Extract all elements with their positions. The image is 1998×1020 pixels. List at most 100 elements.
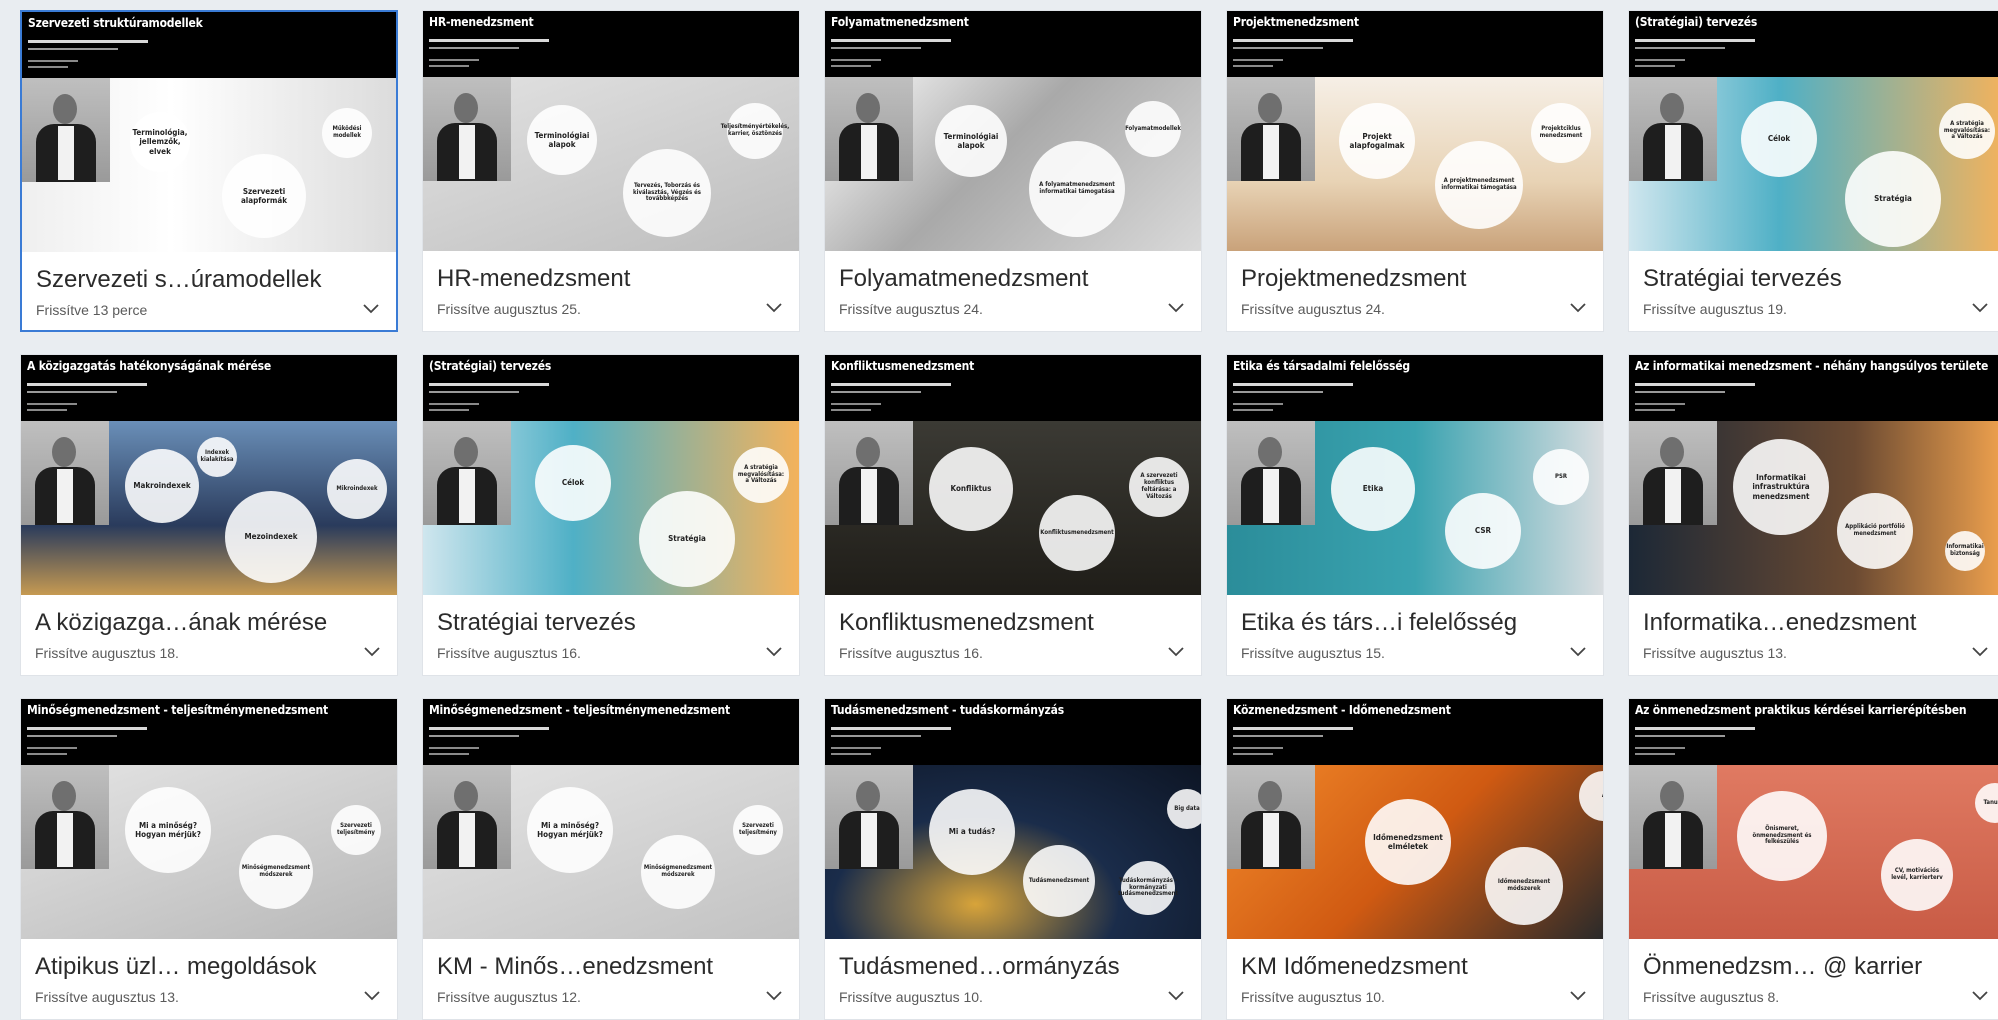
slide-author-line xyxy=(1635,409,1675,411)
chevron-down-icon[interactable] xyxy=(765,987,783,1005)
slide-author-line xyxy=(27,391,117,393)
presentation-card[interactable]: Közmenedzsment - Időmenedzsment Időmenedz… xyxy=(1226,698,1604,1020)
presentation-title[interactable]: HR-menedzsment xyxy=(437,265,757,293)
chevron-down-icon[interactable] xyxy=(1167,643,1185,661)
chevron-down-icon[interactable] xyxy=(1569,299,1587,317)
chevron-down-icon[interactable] xyxy=(363,643,381,661)
slide-title: Szervezeti struktúramodellek xyxy=(28,16,203,30)
presentation-title[interactable]: Etika és társ…i felelősség xyxy=(1241,609,1561,637)
slide-header: Projektmenedzsment xyxy=(1227,11,1603,77)
slide-author-line xyxy=(1635,753,1675,755)
presentation-title[interactable]: KM Időmenedzsment xyxy=(1241,953,1561,981)
presentation-thumbnail[interactable]: HR-menedzsment Terminológiai alapok Tervez… xyxy=(423,11,799,251)
presentation-thumbnail[interactable]: Minőségmenedzsment - teljesítménymenedzs… xyxy=(21,699,397,939)
slide-header: Minőségmenedzsment - teljesítménymenedzs… xyxy=(423,699,799,765)
presentation-title[interactable]: Stratégiai tervezés xyxy=(1643,265,1963,293)
chevron-down-icon[interactable] xyxy=(1971,643,1989,661)
slide-author-line xyxy=(1635,735,1725,737)
presentation-title[interactable]: Tudásmened…ormányzás xyxy=(839,953,1159,981)
slide-topic-bubble: Célok xyxy=(1741,101,1817,177)
presentation-card[interactable]: Etika és társadalmi felelősség Etika CSR PS… xyxy=(1226,354,1604,676)
slide-topic-bubble: CSR xyxy=(1445,493,1521,569)
presentation-title[interactable]: Folyamatmenedzsment xyxy=(839,265,1159,293)
presentation-card[interactable]: Az önmenedzsment praktikus kérdései karr… xyxy=(1628,698,1998,1020)
chevron-down-icon[interactable] xyxy=(1971,987,1989,1005)
chevron-down-icon[interactable] xyxy=(1569,987,1587,1005)
presentation-thumbnail[interactable]: Szervezeti struktúramodellek Terminológia… xyxy=(22,12,396,252)
slide-topic-bubble: Minőségmenedzsment módszerek xyxy=(641,835,715,909)
presentation-card[interactable]: Minőségmenedzsment - teljesítménymenedzs… xyxy=(20,698,398,1020)
presentation-thumbnail[interactable]: Az önmenedzsment praktikus kérdései karr… xyxy=(1629,699,1998,939)
slide-topic-bubble: Applikáció portfólió menedzsment xyxy=(1837,493,1913,569)
slide-topic-bubble: CV, motivációs levél, karrierterv xyxy=(1881,839,1953,911)
presentation-thumbnail[interactable]: Konfliktusmenedzsment Konfliktus Konfliktu… xyxy=(825,355,1201,595)
chevron-down-icon[interactable] xyxy=(765,299,783,317)
presentation-card[interactable]: Minőségmenedzsment - teljesítménymenedzs… xyxy=(422,698,800,1020)
updated-timestamp: Frissítve augusztus 24. xyxy=(1241,301,1385,317)
slide-author-line xyxy=(27,727,147,730)
slide-header: HR-menedzsment xyxy=(423,11,799,77)
presentation-card[interactable]: (Stratégiai) tervezés Célok Stratégia A str… xyxy=(422,354,800,676)
chevron-down-icon[interactable] xyxy=(362,300,380,318)
chevron-down-icon[interactable] xyxy=(1971,299,1989,317)
presentation-card[interactable]: Az informatikai menedzsment - néhány han… xyxy=(1628,354,1998,676)
slide-title: A közigazgatás hatékonyságának mérése xyxy=(27,359,271,373)
slide-topic-bubble: Tudásmenedzsment xyxy=(1023,845,1095,917)
slide-author-line xyxy=(27,747,77,749)
slide-topic-bubble: Szervezeti teljesítmény xyxy=(331,805,381,855)
author-portrait xyxy=(1227,421,1315,525)
presentation-title[interactable]: Informatika…enedzsment xyxy=(1643,609,1963,637)
presentation-thumbnail[interactable]: Etika és társadalmi felelősség Etika CSR PS… xyxy=(1227,355,1603,595)
author-portrait xyxy=(1629,77,1717,181)
presentation-thumbnail[interactable]: Projektmenedzsment Projekt alapfogalmak A … xyxy=(1227,11,1603,251)
chevron-down-icon[interactable] xyxy=(1569,643,1587,661)
slide-topic-bubble: Szervezeti teljesítmény xyxy=(733,805,783,855)
slide-author-line xyxy=(27,383,147,386)
presentation-title[interactable]: A közigazga…ának mérése xyxy=(35,609,355,637)
slide-author-line xyxy=(831,65,871,67)
presentation-thumbnail[interactable]: A közigazgatás hatékonyságának mérése Mak… xyxy=(21,355,397,595)
presentation-title[interactable]: KM - Minős…enedzsment xyxy=(437,953,757,981)
presentation-title[interactable]: Konfliktusmenedzsment xyxy=(839,609,1159,637)
author-portrait xyxy=(1227,765,1315,869)
presentation-thumbnail[interactable]: Közmenedzsment - Időmenedzsment Időmenedz… xyxy=(1227,699,1603,939)
presentation-thumbnail[interactable]: Az informatikai menedzsment - néhány han… xyxy=(1629,355,1998,595)
slide-author-line xyxy=(1233,383,1353,386)
presentation-thumbnail[interactable]: Folyamatmenedzsment Terminológiai alapok A… xyxy=(825,11,1201,251)
slide-author-line xyxy=(1233,391,1323,393)
presentation-card[interactable]: HR-menedzsment Terminológiai alapok Tervez… xyxy=(422,10,800,332)
presentation-title[interactable]: Stratégiai tervezés xyxy=(437,609,757,637)
presentation-thumbnail[interactable]: (Stratégiai) tervezés Célok Stratégia A str… xyxy=(1629,11,1998,251)
presentation-title[interactable]: Önmenedzsm… @ karrier xyxy=(1643,953,1963,981)
slide-author-line xyxy=(831,391,921,393)
chevron-down-icon[interactable] xyxy=(1167,987,1185,1005)
presentation-title[interactable]: Atipikus üzl… megoldások xyxy=(35,953,355,981)
slide-topic-bubble: Tervezés, Toborzás és kiválasztás, Végzé… xyxy=(623,149,711,237)
slide-author-line xyxy=(429,383,549,386)
chevron-down-icon[interactable] xyxy=(765,643,783,661)
author-portrait xyxy=(22,78,110,182)
slide-header: Tudásmenedzsment - tudáskormányzás xyxy=(825,699,1201,765)
slide-author-line xyxy=(1635,747,1685,749)
slide-topic-bubble: Etika xyxy=(1331,447,1415,531)
slide-author-line xyxy=(27,403,77,405)
presentation-title[interactable]: Szervezeti s…úramodellek xyxy=(36,266,356,294)
slide-author-line xyxy=(1233,65,1273,67)
slide-title: Tudásmenedzsment - tudáskormányzás xyxy=(831,703,1064,717)
presentation-title[interactable]: Projektmenedzsment xyxy=(1241,265,1561,293)
presentation-thumbnail[interactable]: Minőségmenedzsment - teljesítménymenedzs… xyxy=(423,699,799,939)
presentation-thumbnail[interactable]: (Stratégiai) tervezés Célok Stratégia A str… xyxy=(423,355,799,595)
presentation-card[interactable]: Szervezeti struktúramodellek Terminológia… xyxy=(20,10,398,332)
presentation-thumbnail[interactable]: Tudásmenedzsment - tudáskormányzás Mi a t… xyxy=(825,699,1201,939)
chevron-down-icon[interactable] xyxy=(1167,299,1185,317)
chevron-down-icon[interactable] xyxy=(363,987,381,1005)
presentation-card[interactable]: Konfliktusmenedzsment Konfliktus Konfliktu… xyxy=(824,354,1202,676)
presentation-card[interactable]: Projektmenedzsment Projekt alapfogalmak A … xyxy=(1226,10,1604,332)
slide-topic-bubble: Stratégia xyxy=(639,491,735,587)
updated-timestamp: Frissítve augusztus 15. xyxy=(1241,645,1385,661)
presentation-card[interactable]: (Stratégiai) tervezés Célok Stratégia A str… xyxy=(1628,10,1998,332)
presentation-card[interactable]: Folyamatmenedzsment Terminológiai alapok A… xyxy=(824,10,1202,332)
author-portrait xyxy=(21,765,109,869)
presentation-card[interactable]: A közigazgatás hatékonyságának mérése Mak… xyxy=(20,354,398,676)
presentation-card[interactable]: Tudásmenedzsment - tudáskormányzás Mi a t… xyxy=(824,698,1202,1020)
